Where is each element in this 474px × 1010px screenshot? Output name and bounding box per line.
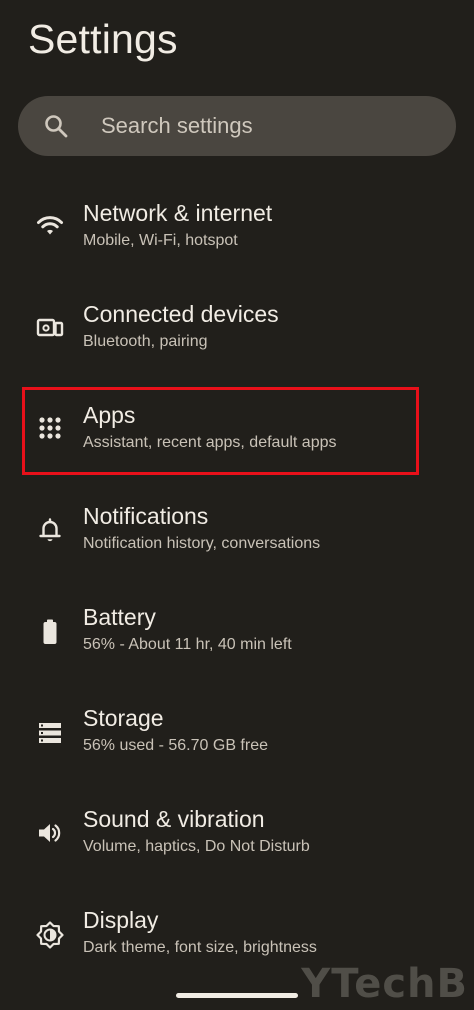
settings-item-title: Connected devices bbox=[83, 301, 279, 327]
settings-item-title: Network & internet bbox=[83, 200, 273, 226]
settings-item-title: Notifications bbox=[83, 503, 209, 529]
settings-item-subtitle: Mobile, Wi-Fi, hotspot bbox=[83, 232, 238, 249]
brightness-icon bbox=[36, 921, 64, 949]
speaker-icon bbox=[36, 819, 64, 847]
wifi-icon bbox=[36, 212, 64, 240]
bell-icon bbox=[36, 516, 64, 544]
search-bar[interactable]: Search settings bbox=[18, 96, 456, 156]
settings-item-sound[interactable]: Sound & vibration Volume, haptics, Do No… bbox=[0, 784, 474, 885]
settings-item-title: Display bbox=[83, 907, 159, 933]
settings-item-network[interactable]: Network & internet Mobile, Wi-Fi, hotspo… bbox=[0, 178, 474, 279]
settings-item-subtitle: Volume, haptics, Do Not Disturb bbox=[83, 838, 310, 855]
settings-item-battery[interactable]: Battery 56% - About 11 hr, 40 min left bbox=[0, 582, 474, 683]
search-icon bbox=[43, 113, 69, 139]
apps-grid-icon bbox=[36, 414, 64, 442]
settings-item-notifications[interactable]: Notifications Notification history, conv… bbox=[0, 481, 474, 582]
settings-item-subtitle: Bluetooth, pairing bbox=[83, 333, 208, 350]
settings-item-subtitle: 56% - About 11 hr, 40 min left bbox=[83, 636, 292, 653]
settings-item-connected-devices[interactable]: Connected devices Bluetooth, pairing bbox=[0, 279, 474, 380]
storage-icon bbox=[36, 719, 64, 747]
gesture-navigation-handle[interactable] bbox=[176, 993, 298, 998]
settings-item-title: Apps bbox=[83, 402, 136, 428]
watermark: YTechB bbox=[301, 961, 468, 1007]
settings-item-storage[interactable]: Storage 56% used - 56.70 GB free bbox=[0, 683, 474, 784]
settings-item-title: Battery bbox=[83, 604, 156, 630]
page-title: Settings bbox=[28, 16, 178, 62]
battery-icon bbox=[36, 618, 64, 646]
settings-item-title: Sound & vibration bbox=[83, 806, 265, 832]
settings-item-subtitle: Assistant, recent apps, default apps bbox=[83, 434, 337, 451]
settings-item-subtitle: Dark theme, font size, brightness bbox=[83, 939, 317, 956]
search-input[interactable]: Search settings bbox=[101, 96, 253, 156]
settings-item-apps[interactable]: Apps Assistant, recent apps, default app… bbox=[0, 380, 474, 481]
settings-item-title: Storage bbox=[83, 705, 164, 731]
settings-item-subtitle: Notification history, conversations bbox=[83, 535, 321, 552]
settings-item-subtitle: 56% used - 56.70 GB free bbox=[83, 737, 268, 754]
connected-devices-icon bbox=[36, 314, 64, 342]
